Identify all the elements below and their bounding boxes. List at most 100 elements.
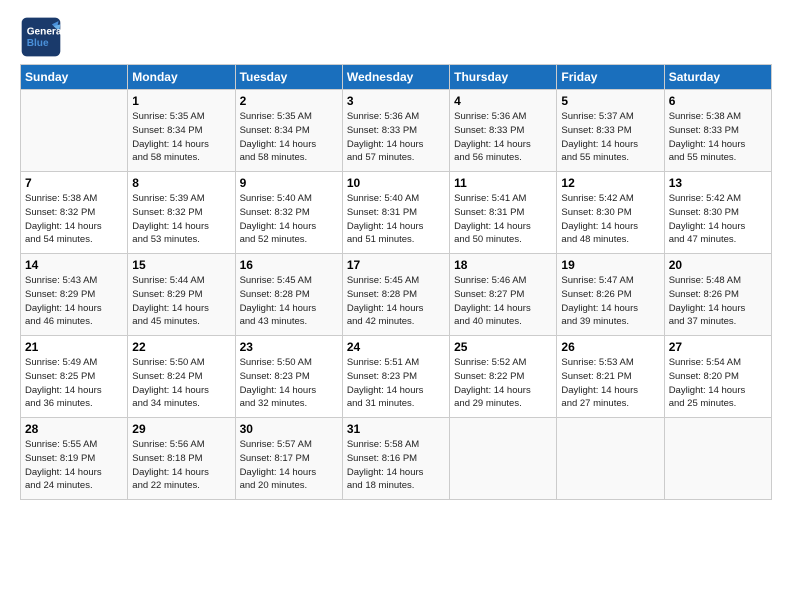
- day-info: Sunrise: 5:38 AMSunset: 8:32 PMDaylight:…: [25, 192, 123, 247]
- calendar-cell: 2 Sunrise: 5:35 AMSunset: 8:34 PMDaylight…: [235, 90, 342, 172]
- calendar-cell: 29 Sunrise: 5:56 AMSunset: 8:18 PMDayligh…: [128, 418, 235, 500]
- week-row-4: 21 Sunrise: 5:49 AMSunset: 8:25 PMDayligh…: [21, 336, 772, 418]
- calendar-cell: 6 Sunrise: 5:38 AMSunset: 8:33 PMDaylight…: [664, 90, 771, 172]
- day-number: 2: [240, 94, 338, 108]
- day-number: 20: [669, 258, 767, 272]
- day-info: Sunrise: 5:35 AMSunset: 8:34 PMDaylight:…: [132, 110, 230, 165]
- day-info: Sunrise: 5:51 AMSunset: 8:23 PMDaylight:…: [347, 356, 445, 411]
- day-info: Sunrise: 5:36 AMSunset: 8:33 PMDaylight:…: [347, 110, 445, 165]
- calendar-cell: 11Sunrise: 5:41 AMSunset: 8:31 PMDayligh…: [450, 172, 557, 254]
- day-number: 8: [132, 176, 230, 190]
- calendar-cell: 20 Sunrise: 5:48 AMSunset: 8:26 PMDayligh…: [664, 254, 771, 336]
- calendar-cell: 3 Sunrise: 5:36 AMSunset: 8:33 PMDaylight…: [342, 90, 449, 172]
- day-info: Sunrise: 5:43 AMSunset: 8:29 PMDaylight:…: [25, 274, 123, 329]
- weekday-header-thursday: Thursday: [450, 65, 557, 90]
- day-number: 15: [132, 258, 230, 272]
- header: General Blue: [20, 16, 772, 58]
- calendar-cell: 18 Sunrise: 5:46 AMSunset: 8:27 PMDayligh…: [450, 254, 557, 336]
- day-number: 18: [454, 258, 552, 272]
- calendar-cell: 26 Sunrise: 5:53 AMSunset: 8:21 PMDayligh…: [557, 336, 664, 418]
- calendar-cell: [664, 418, 771, 500]
- day-number: 22: [132, 340, 230, 354]
- day-info: Sunrise: 5:45 AMSunset: 8:28 PMDaylight:…: [347, 274, 445, 329]
- day-info: Sunrise: 5:54 AMSunset: 8:20 PMDaylight:…: [669, 356, 767, 411]
- calendar-cell: 23 Sunrise: 5:50 AMSunset: 8:23 PMDayligh…: [235, 336, 342, 418]
- calendar-cell: 13 Sunrise: 5:42 AMSunset: 8:30 PMDayligh…: [664, 172, 771, 254]
- calendar-cell: 27 Sunrise: 5:54 AMSunset: 8:20 PMDayligh…: [664, 336, 771, 418]
- day-info: Sunrise: 5:38 AMSunset: 8:33 PMDaylight:…: [669, 110, 767, 165]
- day-info: Sunrise: 5:57 AMSunset: 8:17 PMDaylight:…: [240, 438, 338, 493]
- calendar-cell: 17 Sunrise: 5:45 AMSunset: 8:28 PMDayligh…: [342, 254, 449, 336]
- week-row-5: 28 Sunrise: 5:55 AMSunset: 8:19 PMDayligh…: [21, 418, 772, 500]
- day-info: Sunrise: 5:53 AMSunset: 8:21 PMDaylight:…: [561, 356, 659, 411]
- day-number: 26: [561, 340, 659, 354]
- calendar-cell: 7Sunrise: 5:38 AMSunset: 8:32 PMDaylight…: [21, 172, 128, 254]
- day-number: 17: [347, 258, 445, 272]
- weekday-header-saturday: Saturday: [664, 65, 771, 90]
- day-number: 1: [132, 94, 230, 108]
- day-number: 5: [561, 94, 659, 108]
- day-info: Sunrise: 5:39 AMSunset: 8:32 PMDaylight:…: [132, 192, 230, 247]
- day-info: Sunrise: 5:35 AMSunset: 8:34 PMDaylight:…: [240, 110, 338, 165]
- day-number: 4: [454, 94, 552, 108]
- day-info: Sunrise: 5:52 AMSunset: 8:22 PMDaylight:…: [454, 356, 552, 411]
- calendar-cell: [450, 418, 557, 500]
- day-info: Sunrise: 5:44 AMSunset: 8:29 PMDaylight:…: [132, 274, 230, 329]
- day-number: 11: [454, 176, 552, 190]
- day-info: Sunrise: 5:50 AMSunset: 8:23 PMDaylight:…: [240, 356, 338, 411]
- day-number: 24: [347, 340, 445, 354]
- calendar-cell: 22 Sunrise: 5:50 AMSunset: 8:24 PMDayligh…: [128, 336, 235, 418]
- day-number: 3: [347, 94, 445, 108]
- day-number: 14: [25, 258, 123, 272]
- calendar-cell: 19 Sunrise: 5:47 AMSunset: 8:26 PMDayligh…: [557, 254, 664, 336]
- weekday-header-sunday: Sunday: [21, 65, 128, 90]
- logo: General Blue: [20, 16, 62, 58]
- calendar-cell: 21 Sunrise: 5:49 AMSunset: 8:25 PMDayligh…: [21, 336, 128, 418]
- week-row-1: 1 Sunrise: 5:35 AMSunset: 8:34 PMDaylight…: [21, 90, 772, 172]
- day-info: Sunrise: 5:40 AMSunset: 8:32 PMDaylight:…: [240, 192, 338, 247]
- day-number: 6: [669, 94, 767, 108]
- calendar-cell: 28 Sunrise: 5:55 AMSunset: 8:19 PMDayligh…: [21, 418, 128, 500]
- svg-text:Blue: Blue: [27, 38, 49, 49]
- day-info: Sunrise: 5:42 AMSunset: 8:30 PMDaylight:…: [669, 192, 767, 247]
- day-info: Sunrise: 5:55 AMSunset: 8:19 PMDaylight:…: [25, 438, 123, 493]
- day-number: 31: [347, 422, 445, 436]
- calendar-cell: 15 Sunrise: 5:44 AMSunset: 8:29 PMDayligh…: [128, 254, 235, 336]
- calendar-cell: [557, 418, 664, 500]
- day-number: 9: [240, 176, 338, 190]
- calendar-cell: 24 Sunrise: 5:51 AMSunset: 8:23 PMDayligh…: [342, 336, 449, 418]
- calendar-cell: 30Sunrise: 5:57 AMSunset: 8:17 PMDayligh…: [235, 418, 342, 500]
- calendar-cell: 14 Sunrise: 5:43 AMSunset: 8:29 PMDayligh…: [21, 254, 128, 336]
- calendar-cell: 1 Sunrise: 5:35 AMSunset: 8:34 PMDaylight…: [128, 90, 235, 172]
- day-number: 28: [25, 422, 123, 436]
- day-info: Sunrise: 5:49 AMSunset: 8:25 PMDaylight:…: [25, 356, 123, 411]
- logo-icon: General Blue: [20, 16, 62, 58]
- day-info: Sunrise: 5:47 AMSunset: 8:26 PMDaylight:…: [561, 274, 659, 329]
- calendar-cell: 12 Sunrise: 5:42 AMSunset: 8:30 PMDayligh…: [557, 172, 664, 254]
- weekday-header-friday: Friday: [557, 65, 664, 90]
- day-info: Sunrise: 5:50 AMSunset: 8:24 PMDaylight:…: [132, 356, 230, 411]
- day-number: 16: [240, 258, 338, 272]
- day-info: Sunrise: 5:56 AMSunset: 8:18 PMDaylight:…: [132, 438, 230, 493]
- day-info: Sunrise: 5:37 AMSunset: 8:33 PMDaylight:…: [561, 110, 659, 165]
- day-number: 13: [669, 176, 767, 190]
- day-number: 25: [454, 340, 552, 354]
- day-info: Sunrise: 5:42 AMSunset: 8:30 PMDaylight:…: [561, 192, 659, 247]
- calendar-cell: 25 Sunrise: 5:52 AMSunset: 8:22 PMDayligh…: [450, 336, 557, 418]
- day-number: 27: [669, 340, 767, 354]
- week-row-3: 14 Sunrise: 5:43 AMSunset: 8:29 PMDayligh…: [21, 254, 772, 336]
- day-info: Sunrise: 5:48 AMSunset: 8:26 PMDaylight:…: [669, 274, 767, 329]
- day-number: 12: [561, 176, 659, 190]
- day-info: Sunrise: 5:58 AMSunset: 8:16 PMDaylight:…: [347, 438, 445, 493]
- calendar-cell: 16 Sunrise: 5:45 AMSunset: 8:28 PMDayligh…: [235, 254, 342, 336]
- weekday-header-row: SundayMondayTuesdayWednesdayThursdayFrid…: [21, 65, 772, 90]
- day-number: 21: [25, 340, 123, 354]
- day-number: 23: [240, 340, 338, 354]
- day-number: 19: [561, 258, 659, 272]
- week-row-2: 7Sunrise: 5:38 AMSunset: 8:32 PMDaylight…: [21, 172, 772, 254]
- day-info: Sunrise: 5:45 AMSunset: 8:28 PMDaylight:…: [240, 274, 338, 329]
- day-number: 29: [132, 422, 230, 436]
- page: General Blue SundayMondayTuesdayWednesda…: [0, 0, 792, 612]
- day-info: Sunrise: 5:46 AMSunset: 8:27 PMDaylight:…: [454, 274, 552, 329]
- calendar-table: SundayMondayTuesdayWednesdayThursdayFrid…: [20, 64, 772, 500]
